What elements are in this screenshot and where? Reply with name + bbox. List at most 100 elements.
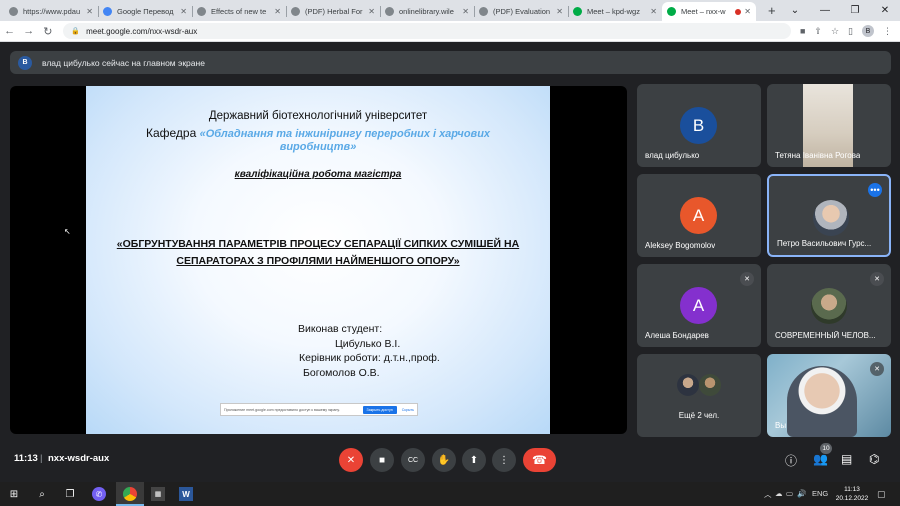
word-icon[interactable]: W	[179, 487, 193, 501]
forward-icon[interactable]: →	[19, 25, 38, 37]
language-indicator[interactable]: ENG	[812, 489, 828, 498]
presenting-banner: В влад цибулько сейчас на главном экране	[10, 51, 891, 74]
close-icon[interactable]: ✕	[180, 7, 187, 16]
participant-tile[interactable]: А ✕ Алеша Бондарев	[637, 264, 761, 347]
participant-tile[interactable]: ✕ СОВРЕМЕННЫЙ ЧЕЛОВ...	[767, 264, 891, 347]
participant-name: влад цибулько	[645, 151, 700, 160]
student-name: Цибулько В.І.	[335, 337, 401, 350]
chrome-icon[interactable]	[123, 487, 137, 501]
screen-share-notification: Приложение meet.google.com предоставило …	[220, 403, 418, 416]
self-video-tile[interactable]: ✕ Вы	[767, 354, 891, 437]
supervisor-label: Керівник роботи: д.т.н.,проф.	[299, 352, 440, 364]
mic-muted-icon: ✕	[870, 362, 884, 376]
slide-author-info: Виконав студент: Цибулько В.І. Керівник …	[298, 322, 440, 380]
present-screen-button[interactable]: ⬆	[462, 448, 486, 472]
bookmark-star-icon[interactable]: ☆	[831, 26, 839, 37]
present-icon: ⬆	[469, 454, 479, 466]
participant-tile[interactable]: A Aleksey Bogomolov	[637, 174, 761, 257]
volume-icon[interactable]: 🔊	[797, 489, 806, 498]
student-label: Виконав студент:	[298, 323, 383, 335]
camera-icon[interactable]: ■	[800, 26, 805, 36]
close-icon[interactable]: ✕	[462, 7, 469, 16]
meeting-clock: 11:13	[14, 453, 38, 464]
more-options-icon[interactable]: •••	[868, 183, 882, 197]
reload-icon[interactable]: ↻	[38, 25, 57, 38]
maximize-icon[interactable]: ❐	[840, 5, 870, 16]
address-bar-icons: ■ ⇪ ☆ ▯ B ⋮	[791, 25, 900, 37]
close-window-icon[interactable]: ✕	[870, 5, 900, 16]
supervisor-name: Богомолов О.В.	[303, 366, 380, 379]
close-icon[interactable]: ✕	[86, 7, 93, 16]
network-icon[interactable]: ▭	[786, 489, 793, 498]
close-icon[interactable]: ✕	[650, 7, 657, 16]
activities-icon[interactable]: ⌬	[869, 452, 879, 466]
meet-icon	[667, 7, 676, 16]
notifications-icon[interactable]: ▢	[877, 489, 886, 500]
people-icon[interactable]: 👥	[813, 452, 828, 466]
tab-title: Google Перевод	[117, 7, 174, 16]
window-controls: ⌄ — ❐ ✕	[780, 0, 900, 21]
taskbar-clock[interactable]: 11:13 20.12.2022	[832, 485, 872, 503]
participant-tile-overflow[interactable]: Ещё 2 чел.	[637, 354, 761, 437]
sidebar-icon[interactable]: ▯	[848, 26, 853, 37]
browser-tab[interactable]: Meet – kpd-wgz ✕	[568, 2, 662, 21]
tab-title: Meet – kpd-wgz	[587, 7, 640, 16]
tab-title: https://www.pdau	[23, 7, 81, 16]
new-tab-button[interactable]: +	[768, 2, 776, 21]
stop-sharing-button[interactable]: Закрыть доступ	[362, 405, 397, 414]
browser-tab-strip: https://www.pdau ✕ Google Перевод ✕ Effe…	[0, 0, 900, 21]
chevron-down-icon[interactable]: ⌄	[780, 5, 810, 16]
participant-tile[interactable]: Тетяна Іванівна Рогова	[767, 84, 891, 167]
viber-icon[interactable]: ✆	[92, 487, 106, 501]
tab-title: (PDF) Herbal For	[305, 7, 363, 16]
chat-icon[interactable]: ▤	[841, 452, 852, 466]
tab-title: (PDF) Evaluation	[493, 7, 551, 16]
profile-avatar[interactable]: B	[862, 25, 874, 37]
windows-start-icon[interactable]: ⊞	[7, 487, 21, 501]
participant-tile-speaking[interactable]: ••• Петро Васильович Гурс...	[767, 174, 891, 257]
camera-toggle-button[interactable]: ■	[370, 448, 394, 472]
people-count-badge: 10	[820, 443, 832, 454]
tab-title: Meet – nxx-w	[681, 7, 726, 16]
microphone-toggle-button[interactable]: ✕	[339, 448, 363, 472]
menu-dots-icon[interactable]: ⋮	[883, 26, 892, 37]
captions-button[interactable]: CC	[401, 448, 425, 472]
participant-name: Ещё 2 чел.	[678, 411, 720, 420]
browser-tab[interactable]: Effects of new te ✕	[192, 2, 286, 21]
url-text: meet.google.com/nxx-wsdr-aux	[86, 26, 198, 36]
browser-tab[interactable]: (PDF) Evaluation ✕	[474, 2, 568, 21]
close-icon[interactable]: ✕	[556, 7, 563, 16]
browser-tab[interactable]: (PDF) Herbal For ✕	[286, 2, 380, 21]
search-icon[interactable]: ⌕	[35, 487, 49, 501]
minimize-icon[interactable]: —	[810, 5, 840, 16]
task-view-icon[interactable]: ❐	[63, 487, 77, 501]
participant-name: СОВРЕМЕННЫЙ ЧЕЛОВ...	[775, 331, 876, 340]
share-icon[interactable]: ⇪	[814, 26, 822, 37]
participant-mini-photo	[699, 374, 721, 396]
browser-tab[interactable]: onlinelibrary.wile ✕	[380, 2, 474, 21]
taskbar-date: 20.12.2022	[835, 495, 869, 502]
video-camera-icon: ■	[378, 454, 386, 466]
tray-chevron-icon[interactable]: ︿	[764, 489, 772, 500]
meeting-info-icon[interactable]: ⓘ	[785, 452, 797, 469]
browser-tab[interactable]: Google Перевод ✕	[98, 2, 192, 21]
raise-hand-button[interactable]: ✋	[432, 448, 456, 472]
close-icon[interactable]: ✕	[274, 7, 281, 16]
tab-title: Effects of new te	[211, 7, 267, 16]
participant-avatar: A	[680, 197, 717, 234]
end-call-button[interactable]: ☎	[523, 448, 556, 472]
close-icon[interactable]: ✕	[744, 7, 751, 16]
browser-tab-active[interactable]: Meet – nxx-w ✕	[662, 2, 756, 21]
close-icon[interactable]: ✕	[368, 7, 375, 16]
presenting-text: влад цибулько сейчас на главном экране	[42, 57, 205, 68]
hide-notification-button[interactable]: Скрыть	[402, 408, 414, 412]
screen-share-stage[interactable]: Державний біотехнологічний університет К…	[10, 86, 627, 434]
more-options-button[interactable]: ⋮	[492, 448, 516, 472]
app-icon[interactable]: ▦	[151, 487, 165, 501]
participant-tile[interactable]: В влад цибулько	[637, 84, 761, 167]
back-icon[interactable]: ←	[0, 25, 19, 37]
url-field[interactable]: 🔒 meet.google.com/nxx-wsdr-aux	[63, 23, 791, 39]
address-bar-row: ← → ↻ 🔒 meet.google.com/nxx-wsdr-aux ■ ⇪…	[0, 21, 900, 42]
mic-off-icon: ✕	[346, 454, 356, 466]
browser-tab[interactable]: https://www.pdau ✕	[4, 2, 98, 21]
